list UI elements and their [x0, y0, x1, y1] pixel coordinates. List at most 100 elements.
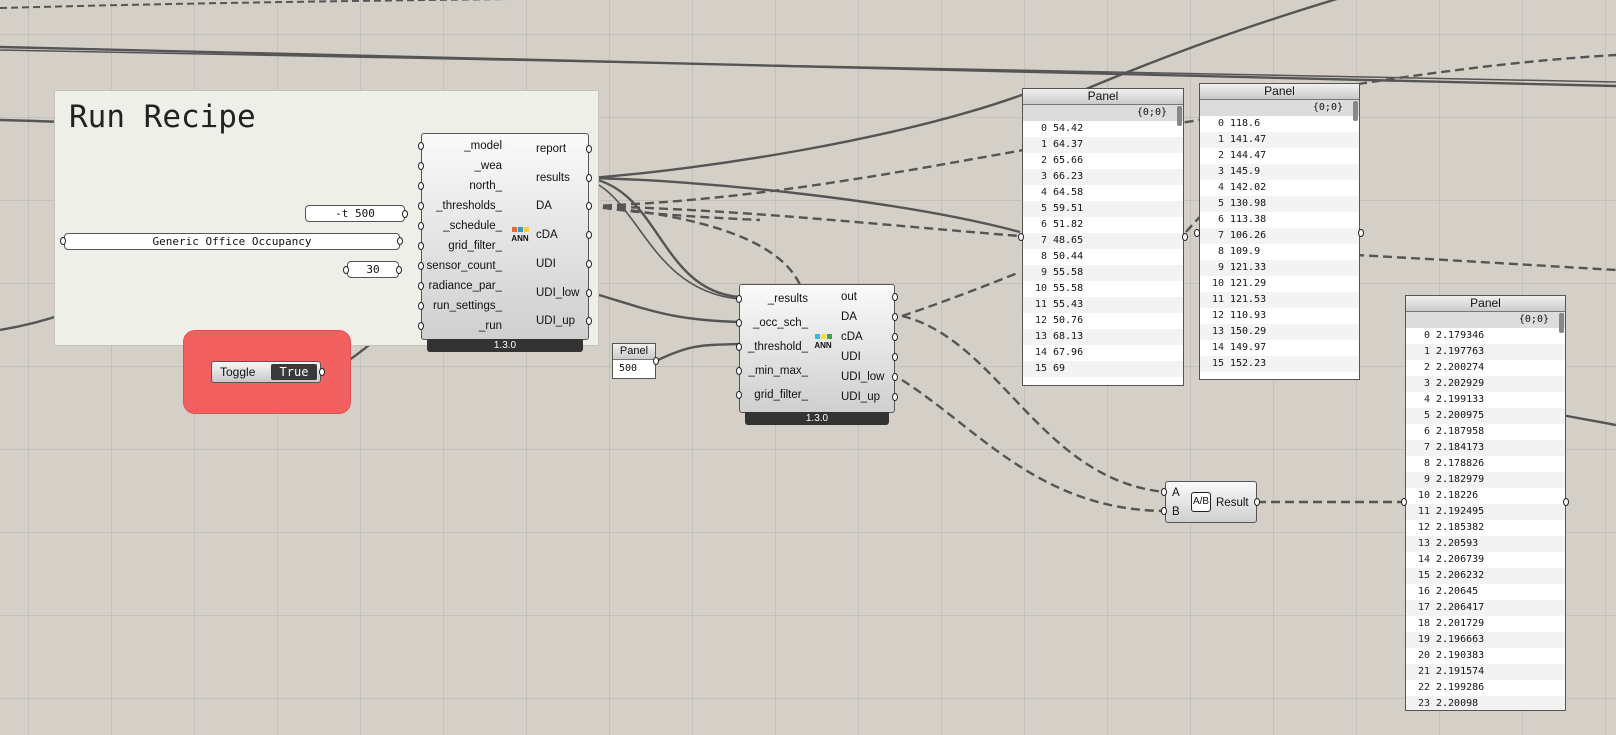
daylight-metrics-output-cda[interactable]: cDA [841, 330, 863, 344]
panel-da-row: 8 50.44 [1023, 249, 1183, 265]
annual-daylight-input-grip[interactable] [418, 182, 424, 190]
division-grip-b[interactable] [1161, 507, 1167, 515]
annual-daylight-output-cda[interactable]: cDA [536, 228, 558, 242]
daylight-metrics-output-grip[interactable] [892, 293, 898, 301]
daylight-metrics-input-grip[interactable] [736, 367, 742, 375]
panel-udi[interactable]: Panel {0;0} 0 118.6 1 141.47 2 144.47 3 145.9 4 1… [1199, 83, 1360, 380]
annual-daylight-input-sensor-count[interactable]: sensor_count_ [424, 259, 502, 273]
annual-daylight-output-udi-up[interactable]: UDI_up [536, 314, 575, 328]
sensor-count-param[interactable]: 30 [347, 261, 399, 278]
panel-result-row-value: 2.184173 [1436, 442, 1485, 453]
annual-daylight-input-grip[interactable] [418, 222, 424, 230]
threshold-panel[interactable]: Panel 500 [612, 343, 656, 379]
panel-result-grip-in[interactable] [1401, 498, 1407, 506]
panel-result-row-value: 2.18226 [1436, 490, 1479, 501]
annual-daylight-input-grip[interactable] [418, 302, 424, 310]
daylight-metrics-input-results[interactable]: _results [742, 292, 808, 306]
panel-udi-row-index: 8 [1217, 246, 1224, 257]
schedule-param-grip[interactable] [397, 237, 403, 245]
annual-daylight-input-wea[interactable]: _wea [424, 159, 503, 173]
annual-daylight-input-run[interactable]: _run [424, 319, 502, 333]
daylight-metrics-input-grip[interactable] [736, 295, 742, 303]
annual-daylight-output-grip[interactable] [586, 173, 592, 182]
annual-daylight-output-report[interactable]: report [536, 142, 566, 156]
annual-daylight-input-grip[interactable] [418, 282, 424, 290]
panel-da-row-value: 68.13 [1053, 331, 1084, 342]
annual-daylight-output-grip[interactable] [586, 145, 592, 153]
division-grip-a[interactable] [1161, 488, 1167, 496]
annual-daylight-input-grid-filter[interactable]: grid_filter_ [424, 239, 502, 253]
annual-daylight-version: 1.3.0 [427, 339, 583, 352]
annual-daylight-input-model[interactable]: _model [424, 139, 502, 153]
panel-da-grip-out[interactable] [1182, 233, 1188, 241]
toggle-value[interactable]: True [271, 364, 317, 380]
panel-udi-grip-out[interactable] [1358, 229, 1364, 237]
panel-udi-grip-in[interactable] [1194, 229, 1200, 237]
division-input-b: B [1172, 506, 1180, 518]
daylight-metrics-input-grid-filter[interactable]: grid_filter_ [742, 388, 808, 402]
annual-daylight-output-results[interactable]: results [536, 171, 570, 185]
daylight-metrics-output-grip[interactable] [892, 393, 898, 401]
annual-daylight-input-thresholds[interactable]: _thresholds_ [424, 199, 502, 213]
panel-result-scrollbar[interactable] [1559, 313, 1564, 333]
daylight-metrics-output-grip[interactable] [892, 373, 898, 381]
daylight-metrics-output-grip[interactable] [892, 333, 898, 341]
daylight-metrics-output-da[interactable]: DA [841, 310, 857, 324]
sensor-count-param-grip[interactable] [396, 266, 402, 274]
threshold-panel-grip[interactable] [653, 357, 659, 365]
annual-daylight-input-run-settings[interactable]: run_settings_ [424, 299, 502, 313]
daylight-metrics-output-udi-low[interactable]: UDI_low [841, 370, 884, 384]
thresholds-param[interactable]: -t 500 [305, 205, 405, 222]
toggle-grip[interactable] [319, 368, 325, 376]
annual-daylight-output-da[interactable]: DA [536, 199, 552, 213]
daylight-metrics-output-grip[interactable] [892, 353, 898, 361]
annual-daylight-input-north[interactable]: north_ [424, 179, 502, 193]
annual-daylight-output-udi-low[interactable]: UDI_low [536, 286, 579, 300]
panel-result-row: 16 2.20645 [1406, 584, 1565, 600]
panel-da-row-index: 3 [1040, 171, 1047, 182]
panel-result[interactable]: Panel {0;0} 0 2.179346 1 2.197763 2 2.200274 3… [1405, 295, 1566, 711]
daylight-metrics-input-threshold[interactable]: _threshold_ [742, 340, 808, 354]
daylight-metrics-output-grip[interactable] [892, 313, 898, 321]
panel-result-row-index: 6 [1423, 426, 1430, 437]
annual-daylight-output-grip[interactable] [586, 288, 592, 297]
panel-result-row-value: 2.179346 [1436, 330, 1485, 341]
daylight-metrics-input-min-max[interactable]: _min_max_ [742, 364, 808, 378]
annual-daylight-input-schedule[interactable]: _schedule_ [424, 219, 502, 233]
daylight-metrics-input-grip[interactable] [736, 343, 742, 351]
annual-daylight-input-grip[interactable] [418, 162, 424, 170]
sensor-count-param-grip-left[interactable] [343, 266, 349, 274]
panel-da[interactable]: Panel {0;0} 0 54.42 1 64.37 2 65.66 3 66.23 4 64.… [1022, 88, 1184, 386]
schedule-param-grip-left[interactable] [60, 237, 66, 245]
daylight-metrics-input-grip[interactable] [736, 391, 742, 399]
panel-udi-row-value: 118.6 [1230, 118, 1261, 129]
annual-daylight-output-udi[interactable]: UDI [536, 257, 556, 271]
panel-udi-scrollbar[interactable] [1353, 101, 1358, 121]
run-toggle[interactable]: Toggle True [211, 361, 321, 383]
panel-da-row-index: 9 [1040, 267, 1047, 278]
division-component[interactable]: A B A/B Result [1165, 481, 1257, 523]
thresholds-param-grip[interactable] [402, 210, 408, 218]
panel-da-row-value: 55.58 [1053, 283, 1084, 294]
panel-da-scrollbar[interactable] [1177, 106, 1182, 126]
annual-daylight-input-radiance-par[interactable]: radiance_par_ [424, 279, 502, 293]
annual-daylight-input-grip[interactable] [418, 242, 424, 250]
annual-daylight-input-grip[interactable] [418, 202, 424, 210]
panel-result-row: 19 2.196663 [1406, 632, 1565, 648]
daylight-metrics-output-udi[interactable]: UDI [841, 350, 861, 364]
daylight-metrics-output-out[interactable]: out [841, 290, 857, 304]
panel-result-row: 15 2.206232 [1406, 568, 1565, 584]
panel-da-grip-in[interactable] [1018, 233, 1024, 241]
panel-udi-row: 9 121.33 [1200, 260, 1359, 276]
daylight-metrics-input-occ-sch[interactable]: _occ_sch_ [742, 316, 808, 330]
daylight-metrics-input-grip[interactable] [736, 319, 742, 327]
division-grip-result[interactable] [1254, 498, 1260, 506]
annual-daylight-input-grip[interactable] [418, 322, 424, 330]
annual-daylight-input-grip[interactable] [418, 142, 424, 150]
annual-daylight-output-grip[interactable] [586, 259, 592, 268]
panel-result-grip-out[interactable] [1563, 498, 1569, 506]
schedule-param[interactable]: Generic Office Occupancy [64, 233, 400, 250]
annual-daylight-input-grip[interactable] [418, 262, 424, 270]
daylight-metrics-output-udi-up[interactable]: UDI_up [841, 390, 880, 404]
panel-udi-title: Panel [1200, 84, 1359, 100]
